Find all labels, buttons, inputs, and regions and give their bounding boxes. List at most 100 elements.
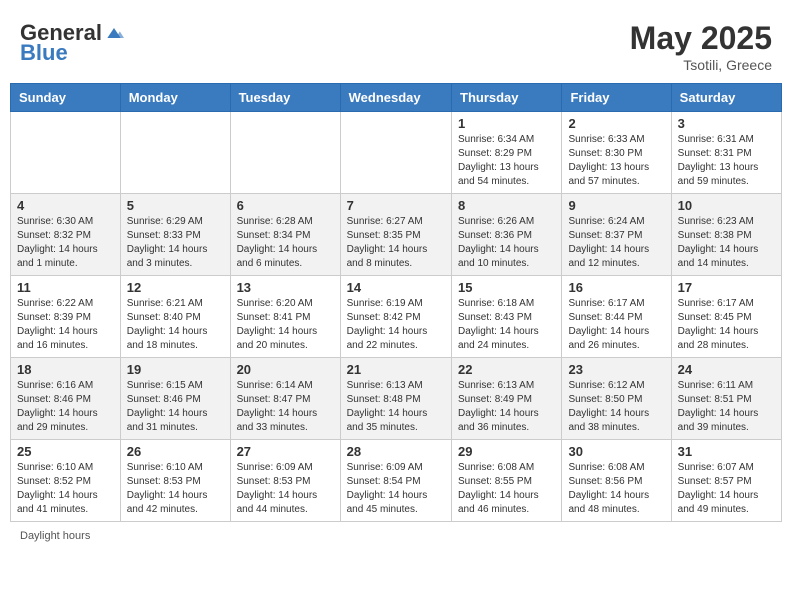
day-info: Sunrise: 6:09 AM Sunset: 8:53 PM Dayligh… [237,461,334,517]
day-number: 26 [127,444,224,459]
logo-blue: Blue [20,40,68,66]
calendar-cell: 22Sunrise: 6:13 AM Sunset: 8:49 PM Dayli… [452,358,562,440]
day-info: Sunrise: 6:09 AM Sunset: 8:54 PM Dayligh… [347,461,445,517]
calendar-cell [340,112,451,194]
calendar-cell: 3 Sunrise: 6:31 AM Sunset: 8:31 PM Daylig… [671,112,781,194]
day-info: Sunrise: 6:10 AM Sunset: 8:52 PM Dayligh… [17,461,114,517]
calendar-week-row: 25 Sunrise: 6:10 AM Sunset: 8:52 PM Dayli… [11,440,782,522]
day-number: 29 [458,444,555,459]
day-number: 6 [237,198,334,213]
calendar-week-row: 1 Sunrise: 6:34 AM Sunset: 8:29 PM Daylig… [11,112,782,194]
day-info: Sunrise: 6:18 AM Sunset: 8:43 PM Dayligh… [458,297,555,353]
day-info: Sunrise: 6:34 AM Sunset: 8:29 PM Dayligh… [458,133,555,189]
day-info: Sunrise: 6:14 AM Sunset: 8:47 PM Dayligh… [237,379,334,435]
day-number: 13 [237,280,334,295]
day-number: 14 [347,280,445,295]
calendar-cell: 7Sunrise: 6:27 AM Sunset: 8:35 PM Daylig… [340,194,451,276]
calendar-cell: 10 Sunrise: 6:23 AM Sunset: 8:38 PM Dayli… [671,194,781,276]
calendar-cell: 16Sunrise: 6:17 AM Sunset: 8:44 PM Dayli… [562,276,671,358]
day-number: 16 [568,280,664,295]
day-info: Sunrise: 6:15 AM Sunset: 8:46 PM Dayligh… [127,379,224,435]
calendar-cell: 20 Sunrise: 6:14 AM Sunset: 8:47 PM Dayli… [230,358,340,440]
calendar-header-wednesday: Wednesday [340,84,451,112]
day-number: 11 [17,280,114,295]
month-year-title: May 2025 [630,20,772,57]
day-number: 10 [678,198,775,213]
day-number: 18 [17,362,114,377]
day-info: Sunrise: 6:26 AM Sunset: 8:36 PM Dayligh… [458,215,555,271]
day-number: 4 [17,198,114,213]
day-info: Sunrise: 6:33 AM Sunset: 8:30 PM Dayligh… [568,133,664,189]
calendar-cell [11,112,121,194]
day-info: Sunrise: 6:23 AM Sunset: 8:38 PM Dayligh… [678,215,775,271]
calendar-cell: 15 Sunrise: 6:18 AM Sunset: 8:43 PM Dayli… [452,276,562,358]
day-number: 2 [568,116,664,131]
calendar-cell: 2 Sunrise: 6:33 AM Sunset: 8:30 PM Daylig… [562,112,671,194]
calendar-cell: 27 Sunrise: 6:09 AM Sunset: 8:53 PM Dayli… [230,440,340,522]
day-number: 31 [678,444,775,459]
day-info: Sunrise: 6:20 AM Sunset: 8:41 PM Dayligh… [237,297,334,353]
day-number: 5 [127,198,224,213]
logo: General Blue [20,20,124,66]
calendar-header-sunday: Sunday [11,84,121,112]
day-number: 28 [347,444,445,459]
calendar-week-row: 4 Sunrise: 6:30 AM Sunset: 8:32 PM Daylig… [11,194,782,276]
day-info: Sunrise: 6:31 AM Sunset: 8:31 PM Dayligh… [678,133,775,189]
title-block: May 2025 Tsotili, Greece [630,20,772,73]
day-number: 27 [237,444,334,459]
calendar-cell: 18 Sunrise: 6:16 AM Sunset: 8:46 PM Dayli… [11,358,121,440]
day-number: 22 [458,362,555,377]
calendar-cell: 14 Sunrise: 6:19 AM Sunset: 8:42 PM Dayli… [340,276,451,358]
calendar-cell: 1 Sunrise: 6:34 AM Sunset: 8:29 PM Daylig… [452,112,562,194]
day-number: 25 [17,444,114,459]
day-info: Sunrise: 6:08 AM Sunset: 8:55 PM Dayligh… [458,461,555,517]
calendar-header-saturday: Saturday [671,84,781,112]
calendar-cell: 30Sunrise: 6:08 AM Sunset: 8:56 PM Dayli… [562,440,671,522]
day-info: Sunrise: 6:16 AM Sunset: 8:46 PM Dayligh… [17,379,114,435]
day-info: Sunrise: 6:21 AM Sunset: 8:40 PM Dayligh… [127,297,224,353]
calendar-week-row: 18 Sunrise: 6:16 AM Sunset: 8:46 PM Dayli… [11,358,782,440]
day-info: Sunrise: 6:07 AM Sunset: 8:57 PM Dayligh… [678,461,775,517]
calendar-cell: 11 Sunrise: 6:22 AM Sunset: 8:39 PM Dayli… [11,276,121,358]
logo-icon [104,23,124,43]
calendar-table: SundayMondayTuesdayWednesdayThursdayFrid… [10,83,782,522]
calendar-cell: 24 Sunrise: 6:11 AM Sunset: 8:51 PM Dayli… [671,358,781,440]
day-info: Sunrise: 6:19 AM Sunset: 8:42 PM Dayligh… [347,297,445,353]
calendar-header-row: SundayMondayTuesdayWednesdayThursdayFrid… [11,84,782,112]
calendar-header-monday: Monday [120,84,230,112]
day-info: Sunrise: 6:27 AM Sunset: 8:35 PM Dayligh… [347,215,445,271]
calendar-cell: 28 Sunrise: 6:09 AM Sunset: 8:54 PM Dayli… [340,440,451,522]
calendar-week-row: 11 Sunrise: 6:22 AM Sunset: 8:39 PM Dayli… [11,276,782,358]
calendar-cell: 12Sunrise: 6:21 AM Sunset: 8:40 PM Dayli… [120,276,230,358]
day-number: 15 [458,280,555,295]
day-info: Sunrise: 6:30 AM Sunset: 8:32 PM Dayligh… [17,215,114,271]
footer: Daylight hours [10,530,782,542]
day-number: 8 [458,198,555,213]
calendar-cell [120,112,230,194]
calendar-cell [230,112,340,194]
calendar-cell: 21 Sunrise: 6:13 AM Sunset: 8:48 PM Dayli… [340,358,451,440]
calendar-cell: 4 Sunrise: 6:30 AM Sunset: 8:32 PM Daylig… [11,194,121,276]
day-info: Sunrise: 6:11 AM Sunset: 8:51 PM Dayligh… [678,379,775,435]
day-info: Sunrise: 6:10 AM Sunset: 8:53 PM Dayligh… [127,461,224,517]
day-number: 21 [347,362,445,377]
day-number: 9 [568,198,664,213]
day-info: Sunrise: 6:24 AM Sunset: 8:37 PM Dayligh… [568,215,664,271]
day-info: Sunrise: 6:12 AM Sunset: 8:50 PM Dayligh… [568,379,664,435]
day-number: 3 [678,116,775,131]
calendar-cell: 31 Sunrise: 6:07 AM Sunset: 8:57 PM Dayli… [671,440,781,522]
calendar-cell: 5 Sunrise: 6:29 AM Sunset: 8:33 PM Daylig… [120,194,230,276]
day-number: 19 [127,362,224,377]
calendar-header-thursday: Thursday [452,84,562,112]
day-number: 24 [678,362,775,377]
day-number: 1 [458,116,555,131]
calendar-cell: 13 Sunrise: 6:20 AM Sunset: 8:41 PM Dayli… [230,276,340,358]
day-info: Sunrise: 6:13 AM Sunset: 8:48 PM Dayligh… [347,379,445,435]
location-subtitle: Tsotili, Greece [630,57,772,73]
day-info: Sunrise: 6:22 AM Sunset: 8:39 PM Dayligh… [17,297,114,353]
day-info: Sunrise: 6:29 AM Sunset: 8:33 PM Dayligh… [127,215,224,271]
day-number: 20 [237,362,334,377]
calendar-cell: 9 Sunrise: 6:24 AM Sunset: 8:37 PM Daylig… [562,194,671,276]
calendar-cell: 8 Sunrise: 6:26 AM Sunset: 8:36 PM Daylig… [452,194,562,276]
calendar-header-friday: Friday [562,84,671,112]
